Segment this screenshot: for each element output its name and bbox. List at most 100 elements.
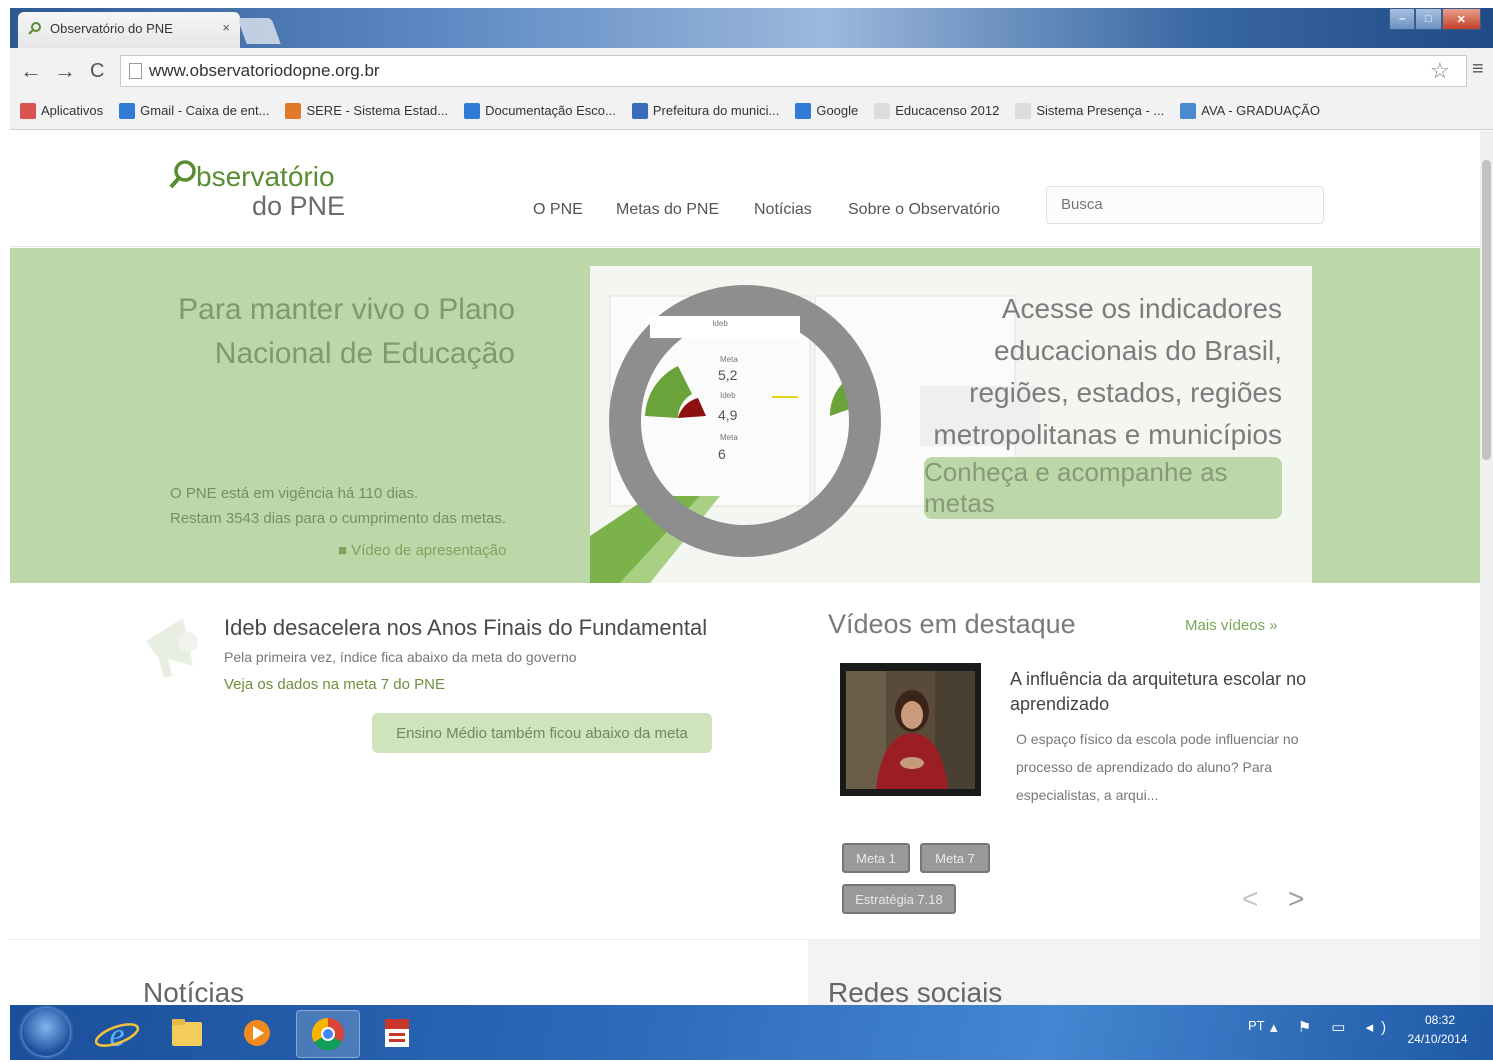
internet-explorer-icon: e [94, 1017, 140, 1054]
nav-noticias[interactable]: Notícias [754, 201, 812, 219]
taskbar-explorer[interactable] [156, 1010, 218, 1056]
carousel-next-icon[interactable]: > [1288, 883, 1304, 915]
svg-text:Ideb: Ideb [720, 391, 736, 400]
taskbar-ie[interactable]: e [86, 1010, 148, 1056]
news-link[interactable]: Veja os dados na meta 7 do PNE [224, 676, 445, 693]
bookmark-favicon-icon [119, 102, 136, 119]
news-headline[interactable]: Ideb desacelera nos Anos Finais do Funda… [224, 615, 707, 641]
indicators-panel[interactable]: Ideb Meta 5,2 Ideb 4,9 Meta 6 Acesse os … [590, 266, 1312, 583]
svg-text:e: e [109, 1017, 124, 1054]
chrome-icon [311, 1017, 344, 1051]
logo-text[interactable]: bservatório [196, 161, 335, 193]
tab-title: Observatório do PNE [50, 21, 173, 36]
indicators-text: Acesse os indicadores educacionais do Br… [933, 293, 1282, 450]
bookmark-item[interactable]: SERE - Sistema Estad... [285, 102, 449, 119]
bookmark-favicon-icon [285, 102, 302, 119]
gauge-value-3: 6 [718, 446, 726, 462]
megaphone-icon [146, 618, 198, 678]
video-camera-icon: ■ [338, 542, 352, 559]
svg-text:Meta: Meta [720, 433, 738, 442]
page-content: bservatório do PNE O PNE Metas do PNE No… [10, 131, 1480, 1005]
bookmark-item[interactable]: Educacenso 2012 [874, 102, 1000, 119]
redes-heading: Redes sociais [828, 977, 1003, 1005]
folder-icon [172, 1019, 202, 1046]
carousel-prev-icon[interactable]: < [1242, 883, 1258, 915]
bookmark-label: Google [816, 103, 859, 118]
window-controls: – □ ✕ [1389, 8, 1481, 30]
ensino-medio-button[interactable]: Ensino Médio também ficou abaixo da meta [372, 713, 712, 753]
logo-subtext[interactable]: do PNE [252, 191, 345, 222]
bookmark-label: Documentação Esco... [485, 103, 616, 118]
bookmark-favicon-icon [20, 102, 36, 119]
bookmark-item[interactable]: Google [795, 102, 859, 119]
minimize-button[interactable]: – [1389, 8, 1416, 30]
gauge-value-2: 4,9 [718, 407, 738, 423]
start-button[interactable] [22, 1008, 70, 1056]
back-icon[interactable]: ← [20, 58, 42, 84]
browser-tab[interactable]: Observatório do PNE × [18, 12, 240, 48]
nav-sobre[interactable]: Sobre o Observatório [848, 201, 1000, 219]
taskbar-media[interactable] [226, 1010, 288, 1056]
keyboard-language[interactable]: PT [1248, 1018, 1265, 1033]
logo-magnifier-icon[interactable] [168, 159, 198, 189]
bookmarks-bar: Aplicativos Gmail - Caixa de ent... SERE -… [10, 92, 1493, 130]
noticias-heading: Notícias [143, 977, 245, 1005]
clock-date[interactable]: 24/10/2014 [1400, 1032, 1475, 1046]
bookmark-label: Gmail - Caixa de ent... [140, 103, 270, 118]
bookmark-label: AVA - GRADUAÇÃO [1201, 103, 1320, 118]
svg-text:Ideb: Ideb [712, 319, 728, 328]
tray-icons[interactable]: ▴ ⚑ ▭ ◂) [1270, 1018, 1394, 1036]
bookmark-item[interactable]: Aplicativos [20, 102, 103, 119]
media-player-icon [244, 1020, 270, 1046]
reload-icon[interactable]: C [90, 60, 104, 83]
tab-close-icon[interactable]: × [222, 20, 230, 35]
pdf-icon [385, 1019, 409, 1047]
video-thumbnail-image [840, 663, 981, 796]
menu-icon[interactable]: ≡ [1472, 58, 1484, 81]
bookmark-favicon-icon [631, 102, 648, 119]
bookmark-favicon-icon [874, 102, 891, 119]
bookmark-label: SERE - Sistema Estad... [306, 103, 449, 118]
taskbar-pdf[interactable] [366, 1010, 428, 1056]
close-window-button[interactable]: ✕ [1441, 8, 1481, 30]
hero-info-days: O PNE está em vigência há 110 dias. [170, 485, 419, 502]
tag-meta-1[interactable]: Meta 1 [842, 843, 910, 873]
news-subtitle: Pela primeira vez, índice fica abaixo da… [224, 649, 577, 665]
maximize-button[interactable]: □ [1415, 8, 1442, 30]
clock-time[interactable]: 08:32 [1410, 1013, 1470, 1027]
taskbar-chrome[interactable] [296, 1010, 360, 1058]
more-videos-link[interactable]: Mais vídeos » [1185, 617, 1278, 634]
bookmark-label: Prefeitura do munici... [652, 103, 780, 118]
search-box[interactable] [1046, 186, 1324, 224]
page-icon [129, 63, 142, 79]
nav-o-pne[interactable]: O PNE [533, 201, 583, 219]
scrollbar-thumb[interactable] [1482, 160, 1491, 460]
conheca-metas-button[interactable]: Conheça e acompanhe as metas [924, 457, 1282, 519]
bookmark-label: Educacenso 2012 [895, 103, 1000, 118]
bookmark-item[interactable]: AVA - GRADUAÇÃO [1180, 102, 1320, 119]
bookmark-favicon-icon [464, 102, 481, 119]
search-input[interactable] [1059, 195, 1313, 214]
hero-banner: Para manter vivo o Plano Nacional de Edu… [10, 248, 1480, 583]
search-icon [28, 22, 41, 35]
bookmark-star-icon[interactable]: ☆ [1430, 58, 1450, 84]
hero-info-remaining: Restam 3543 dias para o cumprimento das … [170, 510, 506, 527]
tag-estrategia[interactable]: Estratégia 7.18 [842, 884, 956, 914]
bookmark-item[interactable]: Gmail - Caixa de ent... [119, 102, 270, 119]
video-description: O espaço físico da escola pode influenci… [1016, 731, 1299, 803]
address-bar[interactable]: www.observatoriodopne.org.br [120, 55, 1467, 87]
video-title[interactable]: A influência da arquitetura escolar no a… [1010, 667, 1310, 717]
hero-title: Para manter vivo o Plano Nacional de Edu… [178, 293, 515, 370]
svg-text:Meta: Meta [720, 355, 738, 364]
forward-icon[interactable]: → [54, 58, 76, 84]
video-thumbnail[interactable] [840, 663, 981, 796]
gauge-value-1: 5,2 [718, 367, 738, 383]
tag-meta-7[interactable]: Meta 7 [920, 843, 990, 873]
bookmark-item[interactable]: Sistema Presença - ... [1015, 102, 1164, 119]
bookmark-item[interactable]: Prefeitura do munici... [631, 102, 780, 119]
bookmark-item[interactable]: Documentação Esco... [464, 102, 616, 119]
video-link-label: Vídeo de apresentação [351, 542, 507, 559]
video-link[interactable]: ■ Vídeo de apresentação [338, 542, 506, 559]
nav-metas[interactable]: Metas do PNE [616, 201, 719, 219]
bookmark-favicon-icon [1015, 102, 1032, 119]
